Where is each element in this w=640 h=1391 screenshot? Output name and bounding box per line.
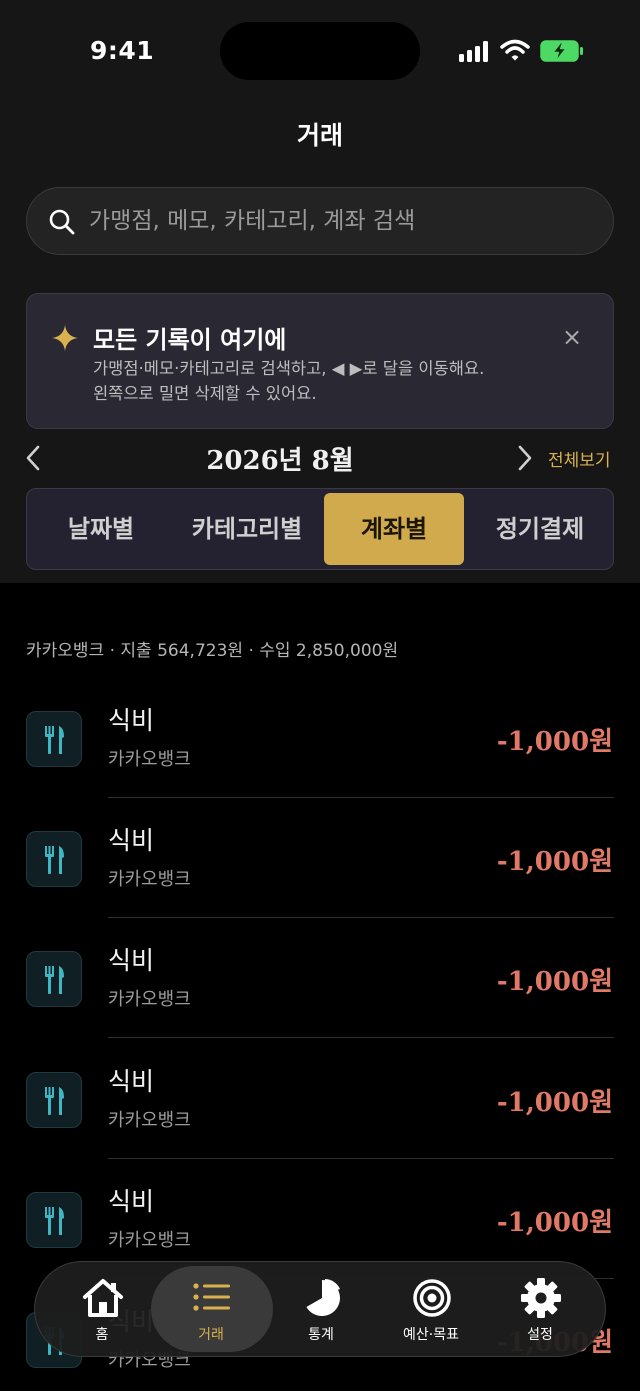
- tab-settings[interactable]: 설정: [490, 1262, 590, 1356]
- transaction-category: 식비: [108, 1067, 155, 1096]
- dynamic-island: [220, 22, 420, 80]
- month-label: 2026년 8월: [206, 446, 354, 476]
- transaction-account: 카카오뱅크: [108, 869, 191, 890]
- search-input[interactable]: [89, 188, 589, 254]
- transaction-amount: -1,000원: [496, 847, 613, 877]
- month-navigator: 2026년 8월 전체보기: [0, 436, 640, 482]
- chevron-right-icon[interactable]: [514, 444, 536, 472]
- tab-settings-label: 설정: [527, 1327, 553, 1343]
- row-divider: [108, 1158, 614, 1159]
- view-mode-segmented-control: 날짜별 카테고리별 계좌별 정기결제: [26, 488, 614, 570]
- utensils-icon: [45, 1207, 64, 1235]
- utensils-icon: [45, 966, 64, 994]
- tab-by-category[interactable]: 카테고리별: [177, 493, 317, 565]
- tab-statistics[interactable]: 통계: [271, 1262, 371, 1356]
- category-icon-box: [26, 951, 82, 1007]
- transaction-category: 식비: [108, 1187, 155, 1216]
- tip-card: 모든 기록이 여기에 가맹점·메모·카테고리로 검색하고, ◀ ▶로 달을 이동…: [26, 293, 614, 429]
- page-title: 거래: [296, 121, 343, 150]
- tip-body: 가맹점·메모·카테고리로 검색하고, ◀ ▶로 달을 이동해요. 왼쪽으로 밀면…: [93, 356, 484, 406]
- transaction-amount: -1,000원: [496, 1208, 613, 1238]
- view-all-link[interactable]: 전체보기: [548, 446, 611, 471]
- transaction-category: 식비: [108, 706, 155, 735]
- transaction-account: 카카오뱅크: [108, 749, 191, 770]
- target-icon: [413, 1279, 451, 1317]
- tip-line-1: 가맹점·메모·카테고리로 검색하고, ◀ ▶로 달을 이동해요.: [93, 359, 485, 378]
- category-icon-box: [26, 711, 82, 767]
- transaction-amount: -1,000원: [496, 1088, 613, 1118]
- sparkle-icon: [52, 325, 78, 351]
- transaction-row[interactable]: 식비카카오뱅크 -1,000원: [0, 946, 640, 1071]
- search-bar[interactable]: [26, 187, 614, 255]
- transaction-row[interactable]: 식비카카오뱅크 -1,000원: [0, 826, 640, 951]
- tip-title: 모든 기록이 여기에: [93, 326, 287, 354]
- transaction-category: 식비: [108, 826, 155, 855]
- tab-by-date[interactable]: 날짜별: [31, 493, 171, 565]
- tab-transactions-label: 거래: [198, 1327, 224, 1343]
- utensils-icon: [45, 726, 64, 754]
- close-icon[interactable]: ×: [557, 322, 587, 352]
- transaction-amount: -1,000원: [496, 967, 613, 997]
- transaction-account: 카카오뱅크: [108, 989, 191, 1010]
- category-icon-box: [26, 1192, 82, 1248]
- bottom-tab-bar: 홈 거래 통계 예산·목표 설정: [34, 1261, 606, 1357]
- status-time: 9:41: [90, 36, 155, 65]
- utensils-icon: [45, 1087, 64, 1115]
- tab-home[interactable]: 홈: [52, 1262, 152, 1356]
- gear-icon: [521, 1278, 561, 1318]
- wifi-icon: [500, 39, 530, 61]
- battery-icon: [540, 40, 583, 62]
- tab-budget-goals-label: 예산·목표: [403, 1327, 459, 1343]
- transaction-row[interactable]: 식비카카오뱅크 -1,000원: [0, 1067, 640, 1192]
- cellular-signal-icon: [459, 40, 491, 62]
- row-divider: [108, 797, 614, 798]
- transaction-amount: -1,000원: [496, 727, 613, 757]
- transaction-account: 카카오뱅크: [108, 1110, 191, 1131]
- tip-line-2: 왼쪽으로 밀면 삭제할 수 있어요.: [93, 384, 317, 403]
- tab-recurring[interactable]: 정기결제: [470, 493, 610, 565]
- account-summary: 카카오뱅크 · 지출 564,723원 · 수입 2,850,000원: [26, 641, 399, 661]
- row-divider: [108, 1037, 614, 1038]
- list-icon: [193, 1283, 230, 1311]
- home-icon: [83, 1279, 123, 1317]
- pie-chart-icon: [306, 1279, 340, 1316]
- transaction-category: 식비: [108, 946, 155, 975]
- tab-budget-goals[interactable]: 예산·목표: [381, 1262, 481, 1356]
- tab-transactions[interactable]: 거래: [151, 1262, 273, 1356]
- category-icon-box: [26, 1072, 82, 1128]
- transaction-account: 카카오뱅크: [108, 1230, 191, 1251]
- category-icon-box: [26, 831, 82, 887]
- utensils-icon: [45, 846, 64, 874]
- transaction-row[interactable]: 식비카카오뱅크 -1,000원: [0, 706, 640, 831]
- tab-home-label: 홈: [95, 1327, 109, 1343]
- row-divider: [108, 917, 614, 918]
- search-icon: [49, 209, 75, 235]
- tab-by-account[interactable]: 계좌별: [324, 493, 464, 565]
- tab-statistics-label: 통계: [308, 1327, 334, 1343]
